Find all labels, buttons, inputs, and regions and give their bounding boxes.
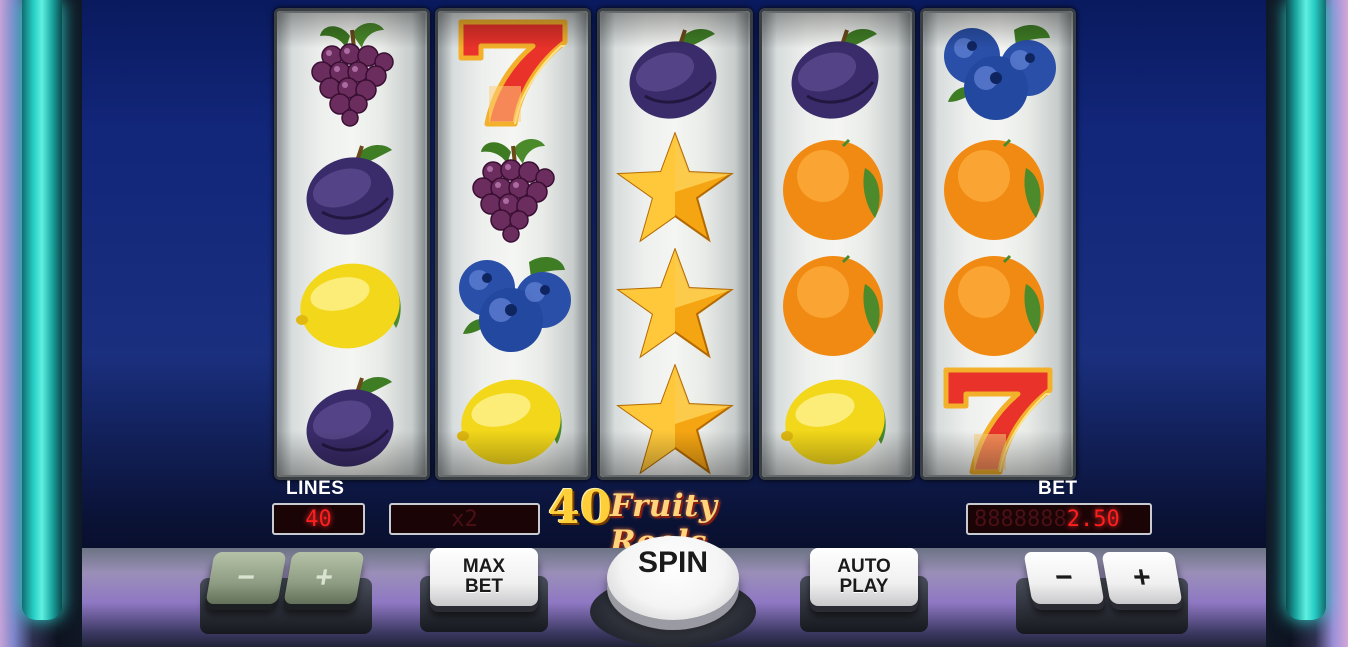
lines-plus-button[interactable]: + bbox=[283, 552, 365, 604]
star-symbol bbox=[600, 129, 750, 245]
lines-display: 40 bbox=[272, 503, 365, 535]
max-bet-button[interactable]: MAX BET bbox=[430, 548, 538, 606]
lines-label: LINES bbox=[286, 478, 345, 499]
seven-symbol bbox=[438, 13, 588, 129]
seven-symbol bbox=[923, 361, 1073, 477]
reel-4 bbox=[759, 8, 915, 480]
lemon-symbol bbox=[762, 361, 912, 477]
reel-1 bbox=[274, 8, 430, 480]
bet-plus-button[interactable]: + bbox=[1101, 552, 1183, 604]
lemon-symbol bbox=[277, 245, 427, 361]
grapes-symbol bbox=[277, 13, 427, 129]
orange-symbol bbox=[762, 129, 912, 245]
reel-3 bbox=[597, 8, 753, 480]
lemon-symbol bbox=[438, 361, 588, 477]
auto-play-line1: AUTO bbox=[837, 556, 891, 577]
neon-strip-right bbox=[1286, 0, 1326, 620]
game-logo: 40 Fruity Reels bbox=[548, 478, 800, 560]
bet-minus-button[interactable]: − bbox=[1023, 552, 1105, 604]
plum-symbol bbox=[762, 13, 912, 129]
cabinet-left-frame bbox=[0, 0, 82, 647]
logo-number: 40 bbox=[548, 480, 613, 534]
multiplier-value: x2 bbox=[451, 507, 478, 532]
blueberries-symbol bbox=[438, 245, 588, 361]
lines-value: 40 bbox=[305, 507, 332, 532]
orange-symbol bbox=[762, 245, 912, 361]
star-symbol bbox=[600, 245, 750, 361]
spin-button[interactable]: SPIN bbox=[607, 536, 739, 620]
multiplier-display: x2 bbox=[389, 503, 540, 535]
orange-symbol bbox=[923, 129, 1073, 245]
bet-display: 88888882.50 bbox=[966, 503, 1152, 535]
lines-minus-button[interactable]: − bbox=[205, 552, 287, 604]
reel-2 bbox=[435, 8, 591, 480]
bet-label: BET bbox=[1038, 478, 1078, 499]
plum-symbol bbox=[277, 129, 427, 245]
auto-play-button[interactable]: AUTO PLAY bbox=[810, 548, 918, 606]
reel-5 bbox=[920, 8, 1076, 480]
bet-ghost-digits: 8888888 bbox=[974, 507, 1067, 532]
cabinet-right-frame bbox=[1266, 0, 1348, 647]
bet-value: 2.50 bbox=[1066, 507, 1120, 532]
blueberries-symbol bbox=[923, 13, 1073, 129]
orange-symbol bbox=[923, 245, 1073, 361]
plum-symbol bbox=[600, 13, 750, 129]
plum-symbol bbox=[277, 361, 427, 477]
max-bet-line2: BET bbox=[465, 576, 503, 597]
auto-play-line2: PLAY bbox=[839, 576, 889, 597]
star-symbol bbox=[600, 361, 750, 477]
neon-strip-left bbox=[22, 0, 62, 620]
grapes-symbol bbox=[438, 129, 588, 245]
max-bet-line1: MAX bbox=[462, 556, 506, 577]
